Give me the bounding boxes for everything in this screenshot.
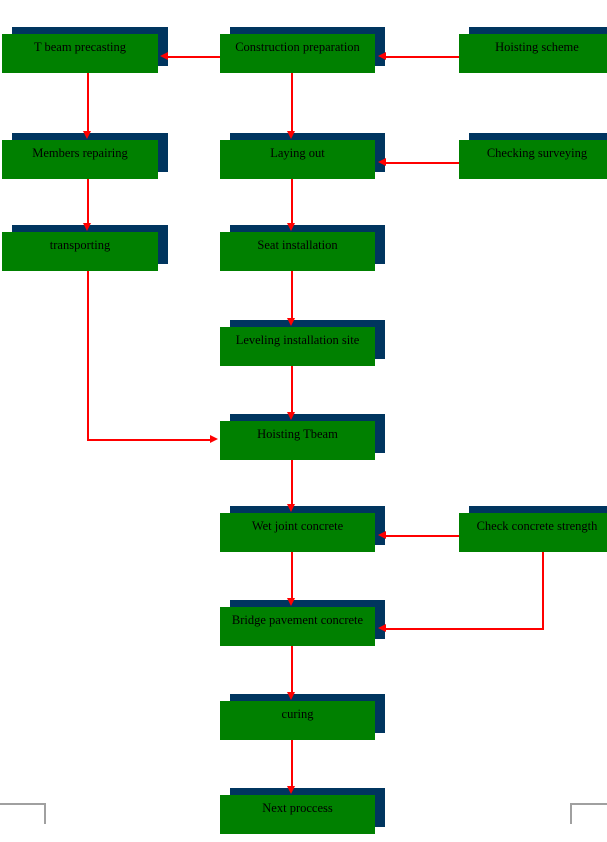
flow-node-members-repairing[interactable]: Members repairing	[2, 133, 168, 179]
node-face	[220, 327, 375, 366]
node-face	[220, 232, 375, 271]
arrowhead-left-icon	[160, 52, 168, 60]
flow-node-check-concrete-strength[interactable]: Check concrete strength	[459, 506, 607, 552]
edge-checking-surveying-to-laying-out	[386, 162, 459, 164]
arrowhead-down-icon	[83, 223, 91, 231]
crop-mark-bottom-left-horizontal	[0, 803, 45, 805]
edge-construction-preparation-to-laying-out	[291, 73, 293, 133]
arrowhead-down-icon	[287, 504, 295, 512]
node-face	[220, 140, 375, 179]
edge-members-repairing-to-transporting	[87, 179, 89, 225]
node-face	[220, 34, 375, 73]
flow-node-t-beam-precasting[interactable]: T beam precasting	[2, 27, 168, 73]
edge-laying-out-to-seat-installation	[291, 179, 293, 225]
arrowhead-left-icon	[378, 624, 386, 632]
crop-mark-bottom-right-vertical	[570, 803, 572, 824]
flow-node-checking-surveying[interactable]: Checking surveying	[459, 133, 607, 179]
edge-hoisting-tbeam-to-wet-joint-concrete	[291, 460, 293, 506]
edge-check-concrete-strength-to-wet-joint-concrete	[386, 535, 459, 537]
arrowhead-left-icon	[378, 158, 386, 166]
edge-transporting-to-hoisting-tbeam-vertical	[87, 271, 89, 441]
edge-leveling-installation-site-to-hoisting-tbeam	[291, 366, 293, 414]
node-face	[220, 513, 375, 552]
crop-mark-bottom-left-vertical	[44, 803, 46, 824]
arrowhead-down-icon	[287, 223, 295, 231]
flow-node-laying-out[interactable]: Laying out	[220, 133, 385, 179]
flow-node-next-proccess[interactable]: Next proccess	[220, 788, 385, 834]
arrowhead-left-icon	[378, 52, 386, 60]
flow-node-bridge-pavement-concrete[interactable]: Bridge pavement concrete	[220, 600, 385, 646]
edge-check-concrete-strength-to-bridge-pavement-horizontal	[386, 628, 544, 630]
edge-transporting-to-hoisting-tbeam-horizontal	[87, 439, 212, 441]
flow-node-wet-joint-concrete[interactable]: Wet joint concrete	[220, 506, 385, 552]
flow-node-transporting[interactable]: transporting	[2, 225, 168, 271]
flow-node-curing[interactable]: curing	[220, 694, 385, 740]
arrowhead-right-icon	[210, 435, 218, 443]
node-face	[459, 513, 607, 552]
arrowhead-down-icon	[287, 318, 295, 326]
node-face	[459, 34, 607, 73]
node-face	[220, 607, 375, 646]
arrowhead-down-icon	[287, 412, 295, 420]
edge-construction-preparation-to-t-beam-precasting	[168, 56, 220, 58]
edge-seat-installation-to-leveling-installation-site	[291, 271, 293, 320]
arrowhead-down-icon	[287, 131, 295, 139]
edge-wet-joint-concrete-to-bridge-pavement-concrete	[291, 552, 293, 600]
edge-curing-to-next-proccess	[291, 740, 293, 788]
flow-node-construction-preparation[interactable]: Construction preparation	[220, 27, 385, 73]
crop-mark-bottom-right-horizontal	[570, 803, 607, 805]
flow-node-hoisting-tbeam[interactable]: Hoisting Tbeam	[220, 414, 385, 460]
node-face	[2, 34, 158, 73]
edge-t-beam-precasting-to-members-repairing	[87, 73, 89, 133]
edge-bridge-pavement-concrete-to-curing	[291, 646, 293, 694]
arrowhead-down-icon	[287, 598, 295, 606]
node-face	[220, 701, 375, 740]
arrowhead-down-icon	[287, 786, 295, 794]
node-face	[220, 795, 375, 834]
edge-hoisting-scheme-to-construction-preparation	[386, 56, 459, 58]
node-face	[2, 232, 158, 271]
arrowhead-left-icon	[378, 531, 386, 539]
flow-node-seat-installation[interactable]: Seat installation	[220, 225, 385, 271]
flow-node-leveling-installation-site[interactable]: Leveling installation site	[220, 320, 385, 366]
node-face	[220, 421, 375, 460]
flowchart-canvas: T beam precasting Construction preparati…	[0, 0, 607, 842]
node-face	[2, 140, 158, 179]
edge-check-concrete-strength-to-bridge-pavement-vertical	[542, 552, 544, 629]
arrowhead-down-icon	[287, 692, 295, 700]
arrowhead-down-icon	[83, 131, 91, 139]
node-face	[459, 140, 607, 179]
flow-node-hoisting-scheme[interactable]: Hoisting scheme	[459, 27, 607, 73]
